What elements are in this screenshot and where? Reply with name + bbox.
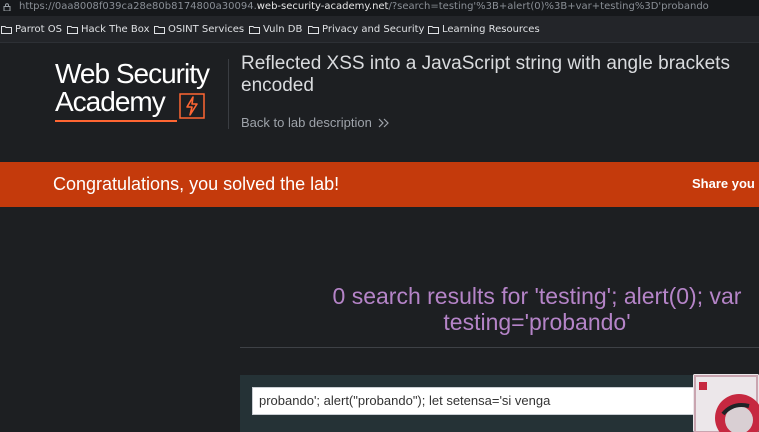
header-divider	[228, 59, 229, 129]
bookmark-hack-the-box[interactable]: Hack The Box	[67, 16, 149, 42]
share-button[interactable]: Share you	[692, 176, 755, 191]
address-bar[interactable]: https://0aa8008f039ca28e80b8174800a30094…	[0, 0, 759, 16]
logo-line-2: Academy	[55, 86, 166, 117]
main-content: 0 search results for 'testing'; alert(0)…	[0, 207, 759, 432]
bookmark-parrot-os[interactable]: Parrot OS	[1, 16, 62, 42]
bookmark-osint-services[interactable]: OSINT Services	[154, 16, 244, 42]
url-text: https://0aa8008f039ca28e80b8174800a30094…	[19, 1, 709, 12]
logo-line-1: Web Security	[55, 58, 210, 89]
folder-icon	[154, 25, 165, 34]
bookmarks-bar: Parrot OS Hack The Box OSINT Services Vu…	[0, 16, 759, 43]
results-divider	[240, 347, 759, 348]
bookmark-privacy-and-security[interactable]: Privacy and Security	[308, 16, 424, 42]
double-chevron-right-icon	[378, 118, 389, 127]
web-security-academy-logo[interactable]: Web Security Academy	[55, 59, 230, 125]
lock-icon	[3, 3, 11, 11]
folder-icon	[249, 25, 260, 34]
search-results-heading: 0 search results for 'testing'; alert(0)…	[332, 283, 742, 335]
folder-icon	[308, 25, 319, 34]
lab-title: Reflected XSS into a JavaScript string w…	[241, 53, 730, 96]
lab-header: Web Security Academy Reflected XSS into …	[0, 43, 759, 162]
search-panel: probando'; alert("probando"); let setens…	[240, 375, 759, 432]
avatar-image	[693, 374, 759, 432]
lightning-bolt-icon	[179, 93, 205, 119]
bookmark-learning-resources[interactable]: Learning Resources	[428, 16, 540, 42]
back-to-lab-description-link[interactable]: Back to lab description	[241, 115, 390, 130]
bookmark-vuln-db[interactable]: Vuln DB	[249, 16, 302, 42]
folder-icon	[428, 25, 439, 34]
solved-message: Congratulations, you solved the lab!	[53, 174, 340, 194]
folder-icon	[1, 25, 12, 34]
folder-icon	[67, 25, 78, 34]
logo-underline	[55, 120, 177, 122]
search-input[interactable]: probando'; alert("probando"); let setens…	[252, 387, 702, 415]
solved-banner: Congratulations, you solved the lab! Sha…	[0, 162, 759, 207]
avatar[interactable]	[693, 374, 759, 432]
